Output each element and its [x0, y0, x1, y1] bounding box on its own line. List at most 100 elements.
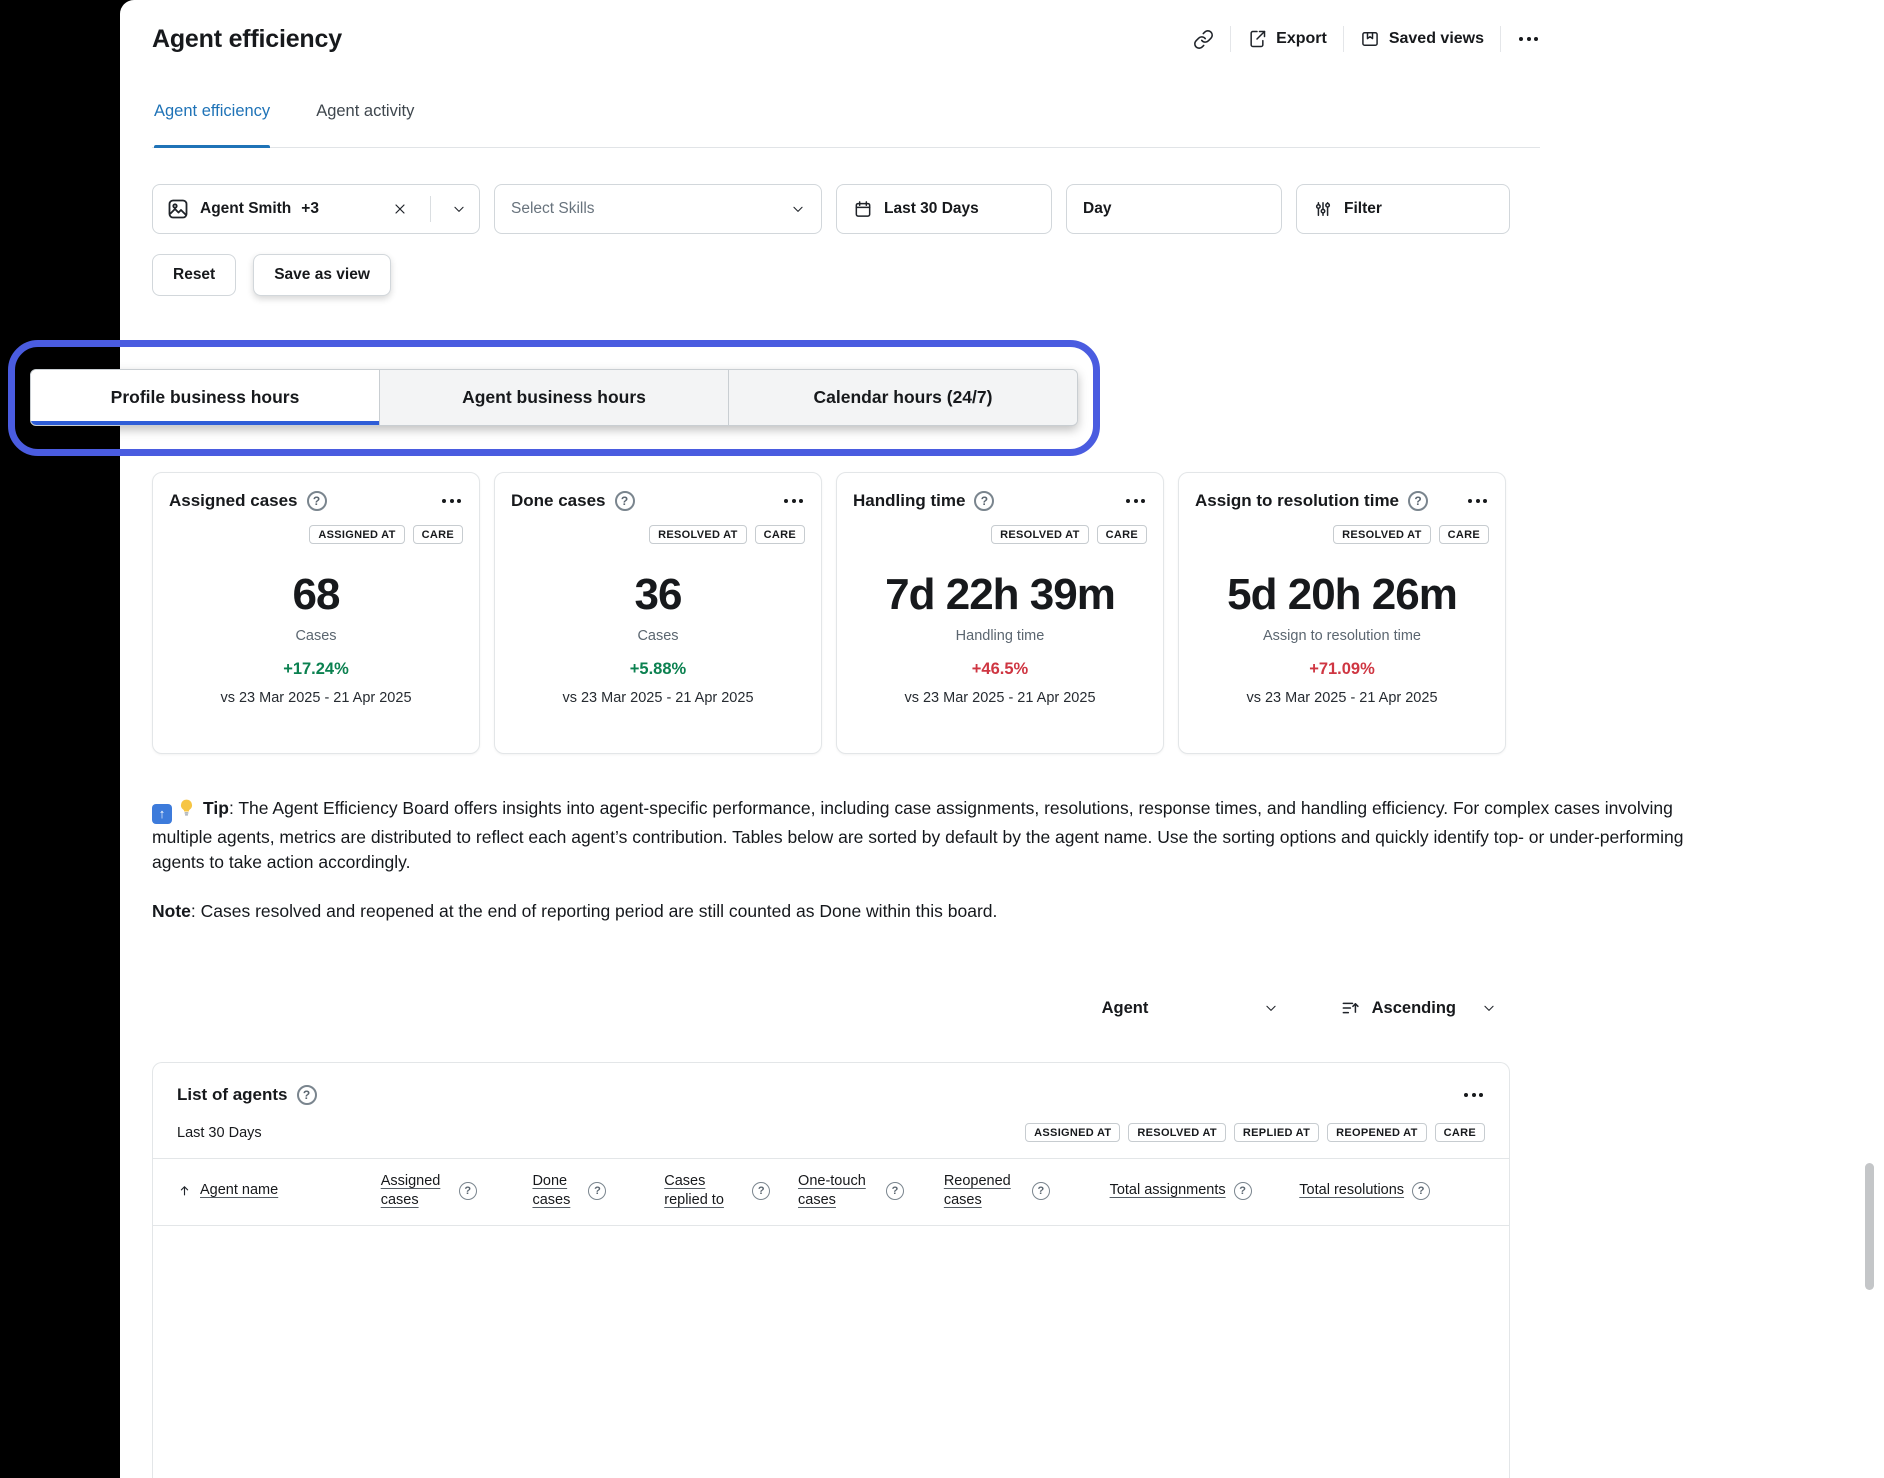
- help-icon[interactable]: [1234, 1182, 1252, 1200]
- agent-filter-chip[interactable]: Agent Smith +3: [152, 184, 480, 234]
- sort-ascending-icon: [1340, 998, 1360, 1018]
- divider: [430, 196, 431, 222]
- skills-placeholder: Select Skills: [511, 200, 595, 218]
- help-icon[interactable]: [1032, 1182, 1050, 1200]
- table-header-row: Agent name Assigned cases Done cases Cas…: [153, 1159, 1509, 1226]
- tab-agent-activity[interactable]: Agent activity: [316, 78, 414, 147]
- business-hours-toggle: Profile business hours Agent business ho…: [30, 369, 1078, 426]
- agent-filter-label: Agent Smith: [200, 200, 291, 218]
- sort-up-arrow-icon: [177, 1183, 192, 1198]
- agent-filter-extra-count: +3: [301, 200, 319, 218]
- metric-cards-row: Assigned cases ASSIGNED AT CARE 68 Cases…: [152, 472, 1792, 754]
- vertical-scrollbar-thumb[interactable]: [1865, 1163, 1874, 1290]
- list-badges: ASSIGNED AT RESOLVED AT REPLIED AT REOPE…: [1025, 1123, 1485, 1142]
- metric-card-assigned-cases: Assigned cases ASSIGNED AT CARE 68 Cases…: [152, 472, 480, 754]
- reset-button[interactable]: Reset: [152, 254, 236, 296]
- chevron-down-icon: [791, 202, 805, 216]
- app-window: Agent efficiency Expo: [120, 0, 1884, 1478]
- segment-profile-business-hours[interactable]: Profile business hours: [31, 370, 379, 425]
- column-header-agent-name[interactable]: Agent name: [177, 1181, 381, 1200]
- divider: [1343, 26, 1344, 52]
- card-menu-icon[interactable]: [1124, 497, 1147, 505]
- tab-agent-efficiency[interactable]: Agent efficiency: [154, 78, 270, 147]
- light-bulb-emoji-icon: [177, 797, 196, 825]
- image-icon: [166, 197, 190, 221]
- metric-comparison: vs 23 Mar 2025 - 21 Apr 2025: [853, 690, 1147, 706]
- card-menu-icon[interactable]: [440, 497, 463, 505]
- column-header-assigned-cases[interactable]: Assigned cases: [381, 1172, 533, 1210]
- timestamp-badge: ASSIGNED AT: [309, 525, 404, 544]
- list-period: Last 30 Days: [177, 1125, 262, 1141]
- list-of-agents-card: List of agents Last 30 Days ASSIGNED AT …: [152, 1062, 1510, 1478]
- desktop-letterbox: [0, 0, 120, 1478]
- metric-value: 7d 22h 39m: [853, 570, 1147, 620]
- card-menu-icon[interactable]: [1462, 1091, 1485, 1099]
- column-header-total-resolutions[interactable]: Total resolutions: [1299, 1181, 1485, 1200]
- sort-direction-label: Ascending: [1372, 999, 1456, 1018]
- date-range-select[interactable]: Last 30 Days: [836, 184, 1052, 234]
- timestamp-badge: REOPENED AT: [1327, 1123, 1427, 1142]
- help-icon[interactable]: [459, 1182, 477, 1200]
- copy-link-icon[interactable]: [1193, 29, 1214, 50]
- metric-card-title: Handling time: [853, 491, 965, 511]
- metric-delta: +46.5%: [853, 660, 1147, 679]
- segment-agent-business-hours[interactable]: Agent business hours: [379, 370, 728, 425]
- list-title: List of agents: [177, 1085, 288, 1105]
- brand-badge: CARE: [755, 525, 805, 544]
- sort-field-label: Agent: [1102, 999, 1149, 1018]
- metric-comparison: vs 23 Mar 2025 - 21 Apr 2025: [169, 690, 463, 706]
- timestamp-badge: RESOLVED AT: [991, 525, 1089, 544]
- help-icon[interactable]: [974, 491, 994, 511]
- export-icon: [1247, 29, 1267, 49]
- timestamp-badge: RESOLVED AT: [649, 525, 747, 544]
- help-icon[interactable]: [615, 491, 635, 511]
- skills-select[interactable]: Select Skills: [494, 184, 822, 234]
- save-as-view-button[interactable]: Save as view: [253, 254, 391, 296]
- filter-button[interactable]: Filter: [1296, 184, 1510, 234]
- help-icon[interactable]: [297, 1085, 317, 1105]
- filter-bar: Agent Smith +3 Select Skills: [152, 184, 1792, 234]
- sort-field-dropdown[interactable]: Agent: [1102, 999, 1278, 1018]
- timestamp-badge: REPLIED AT: [1234, 1123, 1319, 1142]
- timestamp-badge: ASSIGNED AT: [1025, 1123, 1120, 1142]
- chevron-down-icon[interactable]: [452, 202, 466, 216]
- help-icon[interactable]: [588, 1182, 606, 1200]
- help-icon[interactable]: [752, 1182, 770, 1200]
- metric-card-title: Assign to resolution time: [1195, 491, 1399, 511]
- up-arrow-emoji-icon: [152, 804, 172, 824]
- interval-select[interactable]: Day: [1066, 184, 1282, 234]
- brand-badge: CARE: [1435, 1123, 1485, 1142]
- filter-actions: Reset Save as view: [152, 254, 1792, 296]
- filter-label: Filter: [1344, 200, 1382, 218]
- help-icon[interactable]: [1408, 491, 1428, 511]
- help-icon[interactable]: [886, 1182, 904, 1200]
- column-header-done-cases[interactable]: Done cases: [532, 1172, 664, 1210]
- sort-direction-dropdown[interactable]: Ascending: [1340, 998, 1496, 1018]
- note-label: Note: [152, 901, 191, 921]
- metric-value: 68: [169, 570, 463, 620]
- column-header-one-touch-cases[interactable]: One-touch cases: [798, 1172, 944, 1210]
- card-menu-icon[interactable]: [782, 497, 805, 505]
- export-button[interactable]: Export: [1247, 29, 1327, 49]
- saved-views-button[interactable]: Saved views: [1360, 29, 1484, 49]
- metric-delta: +5.88%: [511, 660, 805, 679]
- brand-badge: CARE: [413, 525, 463, 544]
- help-icon[interactable]: [1412, 1182, 1430, 1200]
- clear-filter-icon[interactable]: [392, 201, 408, 217]
- tip-body: : The Agent Efficiency Board offers insi…: [152, 798, 1683, 872]
- timestamp-badge: RESOLVED AT: [1128, 1123, 1226, 1142]
- column-header-reopened-cases[interactable]: Reopened cases: [944, 1172, 1110, 1210]
- column-header-total-assignments[interactable]: Total assignments: [1110, 1181, 1300, 1200]
- note-body: : Cases resolved and reopened at the end…: [191, 901, 997, 921]
- segment-calendar-hours[interactable]: Calendar hours (24/7): [728, 370, 1077, 425]
- help-icon[interactable]: [307, 491, 327, 511]
- tab-bar: Agent efficiency Agent activity: [152, 78, 1540, 148]
- note-text: Note: Cases resolved and reopened at the…: [152, 899, 1792, 924]
- export-label: Export: [1276, 30, 1327, 48]
- more-menu-icon[interactable]: [1517, 35, 1540, 43]
- metric-label: Handling time: [853, 628, 1147, 644]
- chevron-down-icon: [1264, 1001, 1278, 1015]
- page-header: Agent efficiency Expo: [152, 0, 1540, 78]
- card-menu-icon[interactable]: [1466, 497, 1489, 505]
- column-header-cases-replied-to[interactable]: Cases replied to: [664, 1172, 798, 1210]
